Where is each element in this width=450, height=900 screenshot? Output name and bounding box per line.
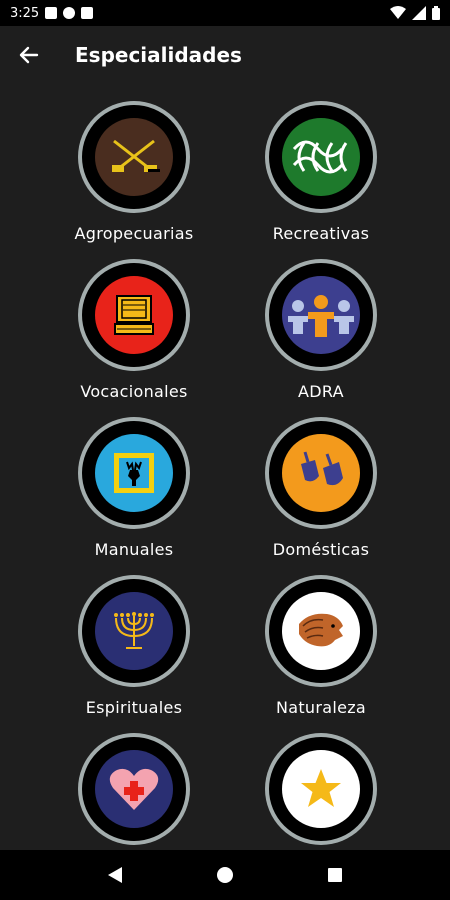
badge-ring: [269, 421, 373, 525]
notification-f-icon: [63, 7, 76, 19]
heart-cross-icon: [109, 768, 159, 810]
badge-ring: [269, 737, 373, 841]
badge-rim: [265, 733, 377, 845]
badge-inner: [282, 118, 360, 196]
computer-icon: [114, 295, 154, 335]
category-tile-espirituales[interactable]: Espirituales: [44, 575, 224, 733]
badge-inner: [282, 276, 360, 354]
star-icon: [301, 769, 341, 807]
badge-ring: [269, 263, 373, 367]
category-label: Recreativas: [272, 224, 370, 243]
category-tile-manuales[interactable]: Manuales: [44, 417, 224, 575]
deer-frame-icon: [114, 453, 154, 493]
system-home-button[interactable]: [205, 855, 245, 895]
category-tile-vocacionales[interactable]: Vocacionales: [44, 259, 224, 417]
sd-card-icon: [81, 7, 94, 19]
system-back-button[interactable]: [95, 855, 135, 895]
badge-ring: [82, 105, 186, 209]
badge-inner: [282, 434, 360, 512]
category-label: Agropecuarias: [74, 224, 194, 243]
category-grid-container[interactable]: Agropecuarias Recreativas Vocacionales A…: [0, 84, 450, 850]
category-label: Domésticas: [272, 540, 370, 559]
page-title: Especialidades: [75, 43, 242, 67]
status-left: 3:25: [10, 5, 94, 21]
category-tile-naturaleza[interactable]: Naturaleza: [231, 575, 411, 733]
badge-rim: [265, 101, 377, 213]
badge-rim: [78, 101, 190, 213]
badge-inner: [95, 750, 173, 828]
back-triangle-icon: [108, 867, 122, 883]
badge-ring: [82, 737, 186, 841]
badge-inner: [95, 276, 173, 354]
badge-rim: [78, 575, 190, 687]
category-tile-star[interactable]: [231, 733, 411, 850]
badge-ring: [269, 105, 373, 209]
notification-a-icon: [45, 7, 58, 19]
badge-ring: [82, 579, 186, 683]
category-label: ADRA: [298, 382, 344, 401]
category-label: Espirituales: [85, 698, 183, 717]
badge-rim: [78, 259, 190, 371]
badge-rim: [78, 733, 190, 845]
status-bar: 3:25: [0, 0, 450, 26]
category-label: Naturaleza: [275, 698, 367, 717]
badge-inner: [95, 592, 173, 670]
arrow-left-icon: [19, 46, 39, 64]
badge-rim: [78, 417, 190, 529]
badge-ring: [269, 579, 373, 683]
category-tile-agropecuarias[interactable]: Agropecuarias: [44, 101, 224, 259]
badge-ring: [82, 421, 186, 525]
recents-square-icon: [328, 868, 342, 882]
home-circle-icon: [217, 867, 233, 883]
status-time: 3:25: [10, 5, 40, 21]
badge-ring: [82, 263, 186, 367]
back-button[interactable]: [0, 26, 58, 84]
badge-inner: [95, 118, 173, 196]
system-nav-bar: [0, 850, 450, 900]
badge-inner: [282, 592, 360, 670]
status-right: [390, 6, 440, 20]
badge-rim: [265, 575, 377, 687]
lion-icon: [299, 613, 343, 647]
badge-rim: [265, 259, 377, 371]
category-tile-domesticas[interactable]: Domésticas: [231, 417, 411, 575]
signal-icon: [412, 6, 426, 20]
app-bar: Especialidades: [0, 26, 450, 84]
knot-icon: [292, 140, 348, 174]
category-tile-adra[interactable]: ADRA: [231, 259, 411, 417]
crossed-tools-icon: [112, 139, 160, 172]
pots-icon: [301, 451, 343, 486]
wifi-icon: [390, 6, 406, 19]
badge-rim: [265, 417, 377, 529]
people-icon: [288, 295, 354, 337]
badge-inner: [95, 434, 173, 512]
category-tile-recreativas[interactable]: Recreativas: [231, 101, 411, 259]
category-label: Manuales: [94, 540, 174, 559]
menorah-icon: [114, 612, 154, 649]
badge-inner: [282, 750, 360, 828]
category-tile-health[interactable]: [44, 733, 224, 850]
battery-icon: [432, 6, 440, 20]
system-recents-button[interactable]: [315, 855, 355, 895]
category-label: Vocacionales: [80, 382, 188, 401]
